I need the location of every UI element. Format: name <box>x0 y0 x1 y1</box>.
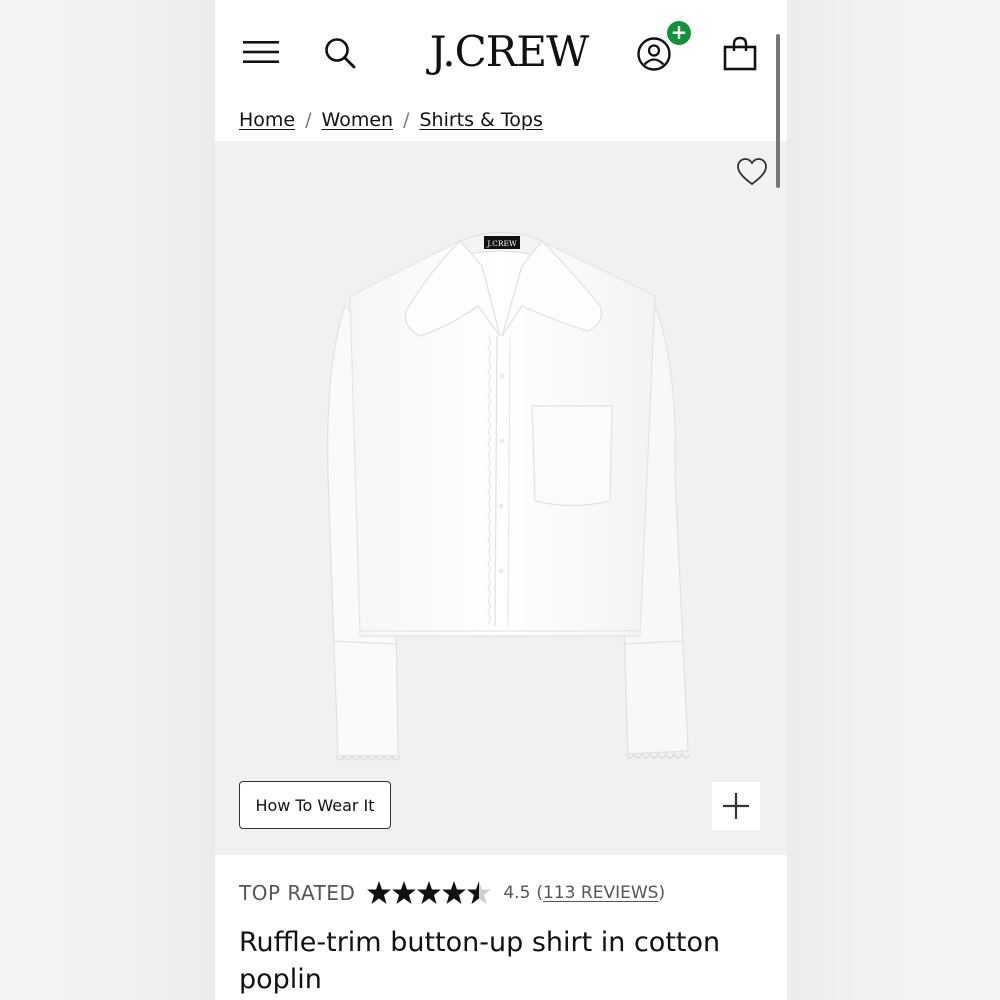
product-image-gallery[interactable]: J.CREW How To Wear It <box>215 141 787 855</box>
brand-logo[interactable]: J.CREW <box>415 26 603 78</box>
reviews-link[interactable]: (113 REVIEWS) <box>536 883 665 903</box>
star-half-icon <box>467 881 492 904</box>
heart-icon[interactable] <box>736 157 768 187</box>
plus-icon <box>723 793 749 819</box>
star-icon <box>442 881 467 904</box>
star-icon <box>417 881 442 904</box>
breadcrumb-shirts-tops[interactable]: Shirts & Tops <box>419 109 542 131</box>
top-rated-badge: TOP RATED <box>239 881 356 905</box>
search-icon[interactable] <box>323 36 357 70</box>
bag-icon[interactable] <box>723 36 757 72</box>
mobile-viewport: J.CREW + Home / Women / Shirts & Tops J.… <box>215 0 787 1000</box>
rating-summary: TOP RATED 4.5 (113 REVIEWS) <box>239 876 665 910</box>
product-title: Ruffle-trim button-up shirt in cotton po… <box>239 927 721 995</box>
star-rating <box>367 881 492 904</box>
breadcrumb-home[interactable]: Home <box>239 109 295 131</box>
backdrop-right <box>787 0 1000 1000</box>
backdrop-left <box>0 0 215 1000</box>
breadcrumb-separator: / <box>305 109 312 131</box>
expand-gallery-button[interactable] <box>712 782 760 830</box>
account-icon[interactable] <box>636 36 672 72</box>
shirt-label-text: J.CREW <box>486 239 517 248</box>
star-icon <box>367 881 392 904</box>
breadcrumb: Home / Women / Shirts & Tops <box>239 104 543 136</box>
page-scrollbar[interactable] <box>776 34 780 188</box>
product-image-shirt: J.CREW <box>327 232 691 761</box>
menu-icon[interactable] <box>243 40 279 64</box>
breadcrumb-separator: / <box>403 109 410 131</box>
star-icon <box>392 881 417 904</box>
account-plus-badge[interactable]: + <box>667 21 691 45</box>
site-header: J.CREW + <box>215 0 787 100</box>
breadcrumb-women[interactable]: Women <box>322 109 394 131</box>
rating-value: 4.5 <box>503 883 531 903</box>
how-to-wear-button[interactable]: How To Wear It <box>239 781 391 829</box>
reviews-count[interactable]: 113 REVIEWS <box>543 883 658 903</box>
reviews-close-paren: ) <box>658 883 666 903</box>
